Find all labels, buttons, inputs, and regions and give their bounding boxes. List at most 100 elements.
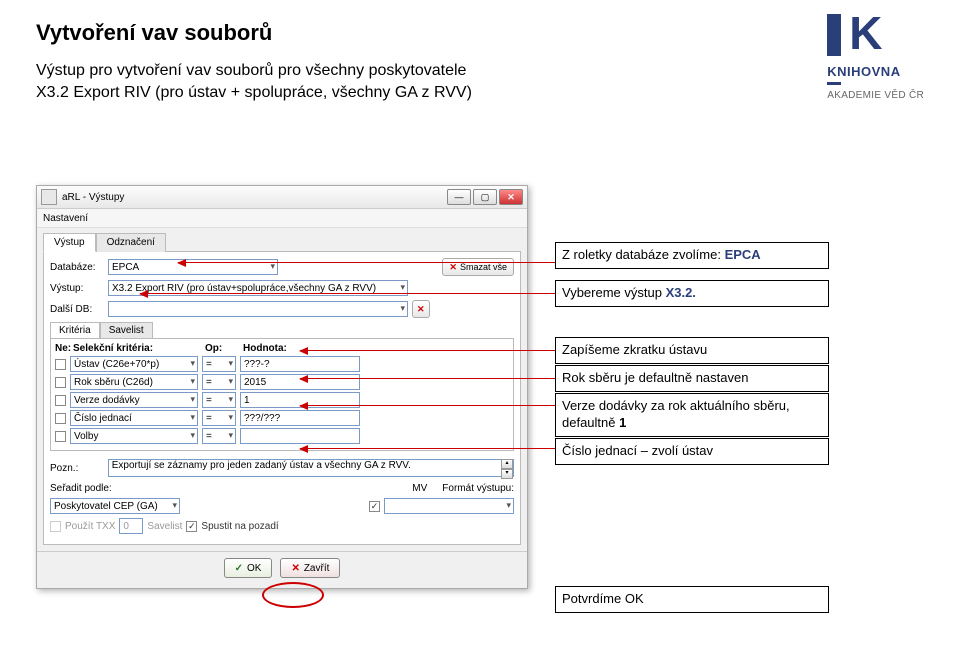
menubar: Nastavení — [37, 209, 527, 228]
ok-button-label: OK — [247, 563, 261, 574]
criteria-op-combobox[interactable]: = — [202, 410, 236, 426]
label-format: Formát výstupu: — [442, 483, 514, 494]
arrow-icon — [300, 448, 555, 449]
logo-letter: K — [849, 10, 882, 56]
criteria-ne-checkbox[interactable] — [55, 413, 66, 424]
mv-checkbox[interactable] — [369, 501, 380, 512]
logo-brand-text: KNIHOVNA — [827, 64, 924, 79]
savelist-label: Savelist — [147, 521, 182, 532]
x-icon: ✕ — [449, 262, 457, 273]
arrow-icon — [140, 293, 555, 294]
run-background-checkbox[interactable] — [186, 521, 197, 532]
tab-odznaceni[interactable]: Odznačení — [96, 233, 166, 252]
format-combobox[interactable] — [384, 498, 514, 514]
page-title: Vytvoření vav souborů — [36, 20, 272, 46]
x-icon: ✕ — [291, 563, 299, 574]
callout-strong: X3.2. — [666, 285, 696, 300]
header-value: Hodnota: — [243, 343, 287, 354]
sort-combobox[interactable]: Poskytovatel CEP (GA) — [50, 498, 180, 514]
dalsi-db-clear-button[interactable]: ✕ — [412, 300, 430, 318]
chevron-down-icon[interactable]: ▾ — [501, 469, 513, 479]
main-panel: Databáze: EPCA ✕ Smazat vše Výstup: X3.2… — [43, 251, 521, 545]
label-output: Výstup: — [50, 283, 104, 294]
logo-underline-icon — [827, 82, 841, 85]
clear-all-button[interactable]: ✕ Smazat vše — [442, 258, 514, 276]
criteria-field-combobox[interactable]: Ústav (C26e+70*p) — [70, 356, 198, 372]
close-button[interactable]: ✕ Zavřít — [280, 558, 340, 578]
use-txx-label: Použít TXX — [65, 521, 115, 532]
subtab-kriteria[interactable]: Kritéria — [50, 322, 100, 338]
maximize-button[interactable]: ▢ — [473, 189, 497, 205]
subtabs: Kritéria Savelist — [50, 322, 514, 338]
callout-text: Verze dodávky za rok aktuálního sběru, d… — [562, 398, 790, 430]
callout-ustav: Zapíšeme zkratku ústavu — [555, 337, 829, 364]
criteria-field-combobox[interactable]: Verze dodávky — [70, 392, 198, 408]
criteria-ne-checkbox[interactable] — [55, 359, 66, 370]
titlebar[interactable]: aRL - Výstupy — ▢ ✕ — [37, 186, 527, 209]
criteria-value-input[interactable]: ???/??? — [240, 410, 360, 426]
ok-button[interactable]: ✓ OK — [224, 558, 273, 578]
criteria-op-combobox[interactable]: = — [202, 374, 236, 390]
label-dalsi-db: Další DB: — [50, 304, 104, 315]
criteria-field-combobox[interactable]: Volby — [70, 428, 198, 444]
run-background-label: Spustit na pozadí — [201, 521, 278, 532]
arrow-icon — [300, 378, 555, 379]
subtab-savelist[interactable]: Savelist — [100, 322, 153, 338]
menu-settings[interactable]: Nastavení — [43, 213, 88, 224]
criteria-ne-checkbox[interactable] — [55, 377, 66, 388]
note-field[interactable]: Exportují se záznamy pro jeden zadaný ús… — [108, 459, 514, 477]
header-sel: Selekční kritéria: — [73, 343, 201, 354]
close-button-label: Zavřít — [304, 563, 330, 574]
header-ne: Ne: — [55, 343, 69, 354]
label-sort: Seřadit podle: — [50, 483, 120, 494]
criteria-ne-checkbox[interactable] — [55, 431, 66, 442]
criteria-op-combobox[interactable]: = — [202, 428, 236, 444]
criteria-op-combobox[interactable]: = — [202, 392, 236, 408]
minimize-button[interactable]: — — [447, 189, 471, 205]
logo-subtitle: AKADEMIE VĚD ČR — [827, 90, 924, 101]
header-op: Op: — [205, 343, 239, 354]
callout-output: Vybereme výstup X3.2. — [555, 280, 829, 307]
criteria-field-combobox[interactable]: Rok sběru (C26d) — [70, 374, 198, 390]
criteria-op-combobox[interactable]: = — [202, 356, 236, 372]
subtitle-line2: X3.2 Export RIV (pro ústav + spolupráce,… — [36, 82, 472, 104]
callout-text: Z roletky databáze zvolíme: — [562, 247, 725, 262]
logo: K KNIHOVNA AKADEMIE VĚD ČR — [827, 10, 924, 101]
subtitle-line1: Výstup pro vytvoření vav souborů pro vše… — [36, 60, 472, 82]
criteria-field-combobox[interactable]: Číslo jednací — [70, 410, 198, 426]
page-subtitle: Výstup pro vytvoření vav souborů pro vše… — [36, 60, 472, 105]
criteria-ne-checkbox[interactable] — [55, 395, 66, 406]
note-text: Exportují se záznamy pro jeden zadaný ús… — [112, 460, 411, 471]
savelist-number-input[interactable]: 0 — [119, 518, 143, 534]
callout-strong: 1 — [619, 415, 626, 430]
output-dialog: aRL - Výstupy — ▢ ✕ Nastavení Výstup Odz… — [36, 185, 528, 589]
callout-strong: EPCA — [725, 247, 761, 262]
tab-vystup[interactable]: Výstup — [43, 233, 96, 252]
criteria-value-input[interactable]: ???-? — [240, 356, 360, 372]
callout-text: Vybereme výstup — [562, 285, 666, 300]
logo-bar-icon — [827, 14, 841, 56]
main-tabs: Výstup Odznačení — [37, 228, 527, 251]
arrow-icon — [300, 350, 555, 351]
highlight-ellipse — [262, 582, 324, 608]
arrow-icon — [178, 262, 555, 263]
x-icon: ✕ — [417, 304, 425, 315]
callout-database: Z roletky databáze zvolíme: EPCA — [555, 242, 829, 269]
criteria-panel: Ne: Selekční kritéria: Op: Hodnota: Ústa… — [50, 338, 514, 451]
callout-verze: Verze dodávky za rok aktuálního sběru, d… — [555, 393, 829, 437]
criteria-row: Ústav (C26e+70*p) = ???-? — [55, 356, 509, 372]
note-spinner[interactable]: ▴ ▾ — [501, 459, 513, 479]
use-txx-checkbox[interactable] — [50, 521, 61, 532]
criteria-row: Rok sběru (C26d) = 2015 — [55, 374, 509, 390]
arrow-icon — [300, 405, 555, 406]
logo-mark: K — [827, 10, 924, 56]
dalsi-db-combobox[interactable] — [108, 301, 408, 317]
chevron-up-icon[interactable]: ▴ — [501, 459, 513, 469]
callout-cislo: Číslo jednací – zvolí ústav — [555, 438, 829, 465]
clear-all-label: Smazat vše — [460, 262, 507, 272]
criteria-value-input[interactable] — [240, 428, 360, 444]
window-close-button[interactable]: ✕ — [499, 189, 523, 205]
app-icon — [41, 189, 57, 205]
callout-ok: Potvrdíme OK — [555, 586, 829, 613]
criteria-row: Číslo jednací = ???/??? — [55, 410, 509, 426]
